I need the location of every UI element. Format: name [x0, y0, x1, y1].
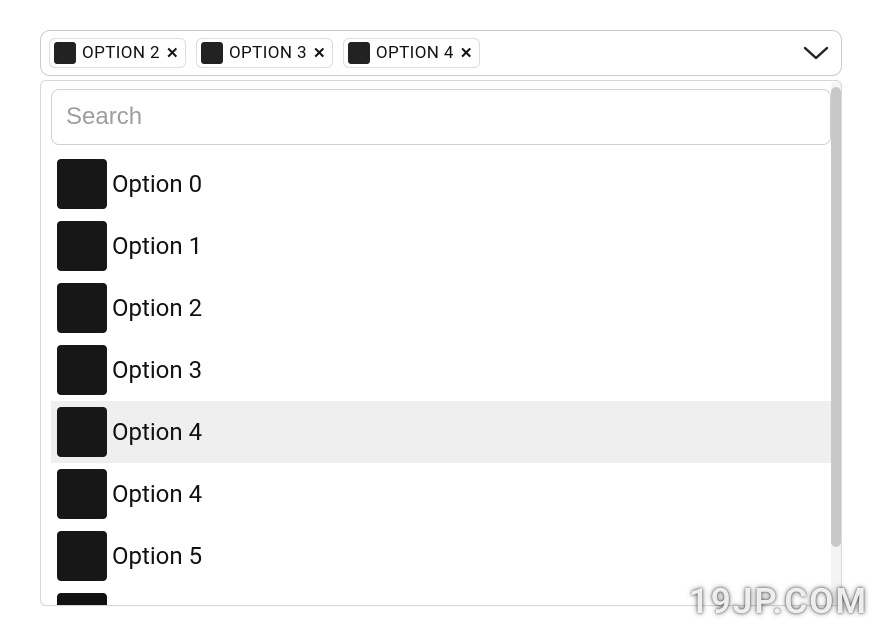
avatar-icon [201, 42, 223, 64]
selected-chip[interactable]: OPTION 2 ✕ [49, 38, 186, 68]
chip-label: OPTION 3 [229, 43, 307, 63]
option-list: Option 0 Option 1 Option 2 Option 3 [51, 153, 831, 605]
selected-chip[interactable]: OPTION 3 ✕ [196, 38, 333, 68]
avatar-icon [57, 345, 107, 395]
avatar-icon [54, 42, 76, 64]
option-label: Option 1 [112, 232, 202, 260]
selected-chip[interactable]: OPTION 4 ✕ [343, 38, 480, 68]
option-label: Option 2 [112, 294, 202, 322]
list-item[interactable]: Option 2 [51, 277, 831, 339]
avatar-icon [57, 407, 107, 457]
avatar-icon [57, 531, 107, 581]
avatar-icon [57, 469, 107, 519]
search-input[interactable] [51, 89, 831, 145]
list-item[interactable]: Option 5 [51, 525, 831, 587]
option-label: Option 4 [112, 480, 202, 508]
avatar-icon [57, 221, 107, 271]
selected-chip-list: OPTION 2 ✕ OPTION 3 ✕ OPTION 4 ✕ [49, 38, 480, 68]
list-item[interactable]: Option 4 [51, 401, 831, 463]
multiselect-selected-box[interactable]: OPTION 2 ✕ OPTION 3 ✕ OPTION 4 ✕ [40, 30, 842, 76]
option-label: Option 0 [112, 170, 202, 198]
list-item[interactable]: Option 3 [51, 339, 831, 401]
avatar-icon [348, 42, 370, 64]
chip-label: OPTION 4 [376, 43, 454, 63]
avatar-icon [57, 593, 107, 605]
vertical-scrollbar[interactable] [831, 81, 841, 605]
remove-chip-icon[interactable]: ✕ [460, 42, 473, 64]
remove-chip-icon[interactable]: ✕ [313, 42, 326, 64]
option-label: Option 4 [112, 418, 202, 446]
option-label: Option 5 [112, 542, 202, 570]
list-item[interactable]: Option 0 [51, 153, 831, 215]
option-label: Option 3 [112, 356, 202, 384]
dropdown-panel: Option 0 Option 1 Option 2 Option 3 [40, 80, 842, 606]
remove-chip-icon[interactable]: ✕ [166, 42, 179, 64]
list-item[interactable] [51, 587, 831, 605]
chip-label: OPTION 2 [82, 43, 160, 63]
avatar-icon [57, 159, 107, 209]
avatar-icon [57, 283, 107, 333]
list-item[interactable]: Option 4 [51, 463, 831, 525]
chevron-down-icon[interactable] [803, 45, 829, 61]
list-item[interactable]: Option 1 [51, 215, 831, 277]
scrollbar-thumb[interactable] [831, 87, 841, 547]
